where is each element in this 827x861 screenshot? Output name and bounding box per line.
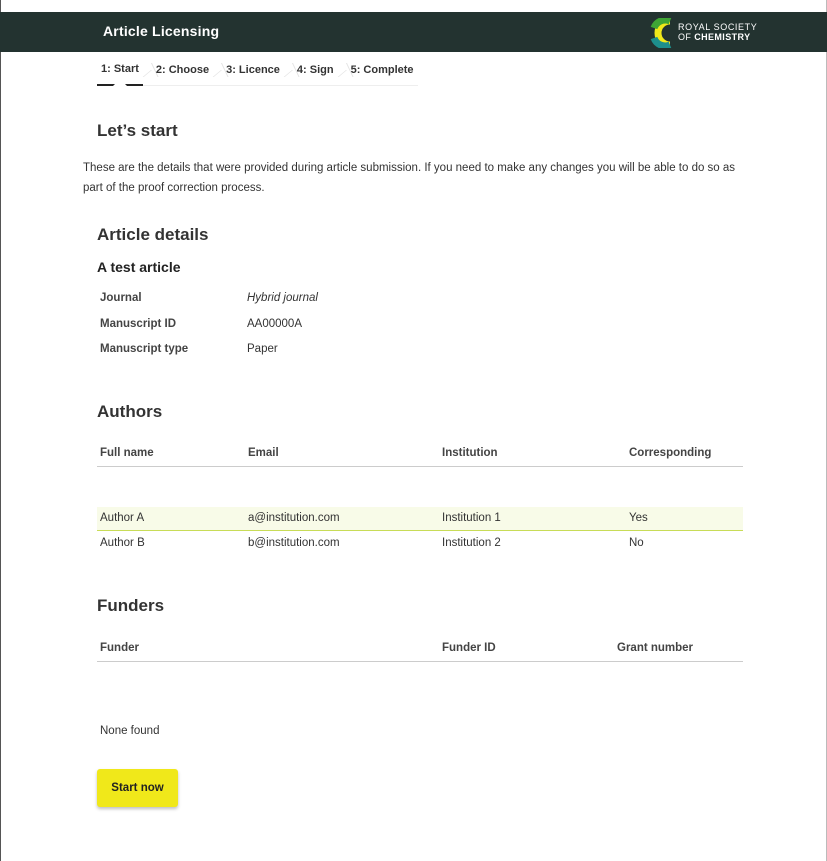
authors-col-institution: Institution	[442, 447, 498, 459]
start-heading: Let’s start	[97, 121, 178, 140]
author-b-institution: Institution 2	[442, 537, 501, 549]
rsc-logo-icon	[650, 18, 672, 48]
authors-col-email: Email	[248, 447, 279, 459]
funders-col-funder-id: Funder ID	[442, 642, 496, 654]
manuscript-id-value: AA00000A	[247, 318, 302, 330]
funders-col-funder: Funder	[100, 642, 139, 654]
intro-text: These are the details that were provided…	[83, 162, 736, 194]
funders-col-grant-number: Grant number	[617, 642, 694, 654]
authors-header-divider	[97, 466, 743, 467]
step-separator	[284, 54, 293, 86]
step-choose-label: 2: Choose	[155, 64, 210, 76]
funders-header-divider	[97, 661, 743, 662]
authors-heading: Authors	[97, 402, 163, 421]
author-b-email: b@institution.com	[248, 537, 340, 549]
article-title: A test article	[97, 259, 181, 275]
step-nav: 1: Start 2: Choose 3: Licence 4: Sign 5:…	[97, 54, 418, 86]
author-b-name: Author B	[100, 537, 145, 549]
article-details-heading: Article details	[97, 225, 209, 244]
step-sign[interactable]: 4: Sign	[293, 54, 338, 86]
manuscript-type-label: Manuscript type	[100, 343, 189, 355]
journal-value: Hybrid journal	[247, 292, 318, 304]
logo-text-line1: ROYAL SOCIETY	[678, 22, 758, 32]
top-bar: Article Licensing ROYAL SOCIETY OF CHEMI…	[0, 12, 827, 52]
step-choose[interactable]: 2: Choose	[152, 54, 213, 86]
funders-empty-text: None found	[100, 725, 160, 737]
active-step-indicator	[112, 79, 127, 86]
window-edge-left	[0, 0, 1, 861]
step-complete[interactable]: 5: Complete	[347, 54, 418, 86]
manuscript-type-value: Paper	[247, 343, 278, 355]
step-separator	[338, 54, 347, 86]
step-separator	[143, 54, 152, 86]
step-complete-label: 5: Complete	[350, 64, 414, 76]
logo-text-line2: OF CHEMISTRY	[678, 32, 751, 42]
step-start[interactable]: 1: Start	[97, 54, 143, 86]
step-start-label: 1: Start	[101, 63, 139, 75]
author-a-corresponding: Yes	[629, 512, 648, 524]
start-now-button[interactable]: Start now	[97, 769, 178, 807]
step-separator	[213, 54, 222, 86]
author-a-institution: Institution 1	[442, 512, 501, 524]
author-a-email: a@institution.com	[248, 512, 340, 524]
step-licence[interactable]: 3: Licence	[222, 54, 284, 86]
funders-heading: Funders	[97, 596, 165, 615]
step-sign-label: 4: Sign	[296, 64, 334, 76]
author-a-name: Author A	[100, 512, 145, 524]
step-licence-label: 3: Licence	[226, 64, 280, 76]
rsc-logo[interactable]: ROYAL SOCIETY OF CHEMISTRY	[650, 18, 765, 48]
app-title: Article Licensing	[103, 23, 220, 39]
author-b-corresponding: No	[629, 537, 644, 549]
authors-col-fullname: Full name	[100, 447, 154, 459]
authors-col-corresponding: Corresponding	[629, 447, 712, 459]
journal-label: Journal	[100, 292, 142, 304]
manuscript-id-label: Manuscript ID	[100, 318, 177, 330]
